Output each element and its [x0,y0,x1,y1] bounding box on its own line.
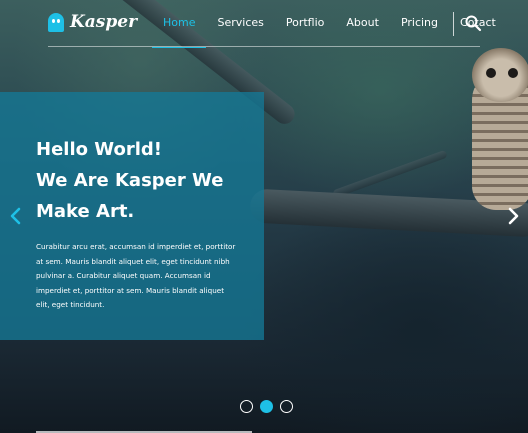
slider-dot-1[interactable] [240,400,253,413]
slide-caption-box: Hello World! We Are Kasper We Make Art. … [0,92,264,340]
hero-section: Kasper Home Services Portflio About Pric… [0,0,528,433]
nav-item-pricing[interactable]: Pricing [390,0,449,47]
logo[interactable]: Kasper [48,12,137,32]
headline-line-1: Hello World! [36,139,162,160]
nav-item-home[interactable]: Home [152,0,207,48]
nav-item-about[interactable]: About [335,0,390,47]
slider-dot-3[interactable] [280,400,293,413]
nav-item-portfolio[interactable]: Portflio [275,0,336,47]
headline-line-3: Make Art. [36,201,135,222]
owl-image [468,48,528,210]
slide-paragraph: Curabitur arcu erat, accumsan id imperdi… [36,242,236,310]
slider-dot-2[interactable] [260,400,273,413]
nav-item-services[interactable]: Services [206,0,274,47]
headline-line-2: We Are Kasper We [36,170,224,191]
nav-divider [453,12,454,36]
chevron-left-icon[interactable] [8,206,24,226]
background-twig [332,149,448,199]
chevron-right-icon[interactable] [505,206,521,226]
ghost-logo-icon [48,12,64,32]
site-header: Kasper Home Services Portflio About Pric… [48,0,496,48]
logo-text: Kasper [70,12,138,32]
slide-headline: Hello World! We Are Kasper We Make Art. [36,134,256,227]
slider-dots [240,400,293,413]
search-icon[interactable] [464,14,482,32]
